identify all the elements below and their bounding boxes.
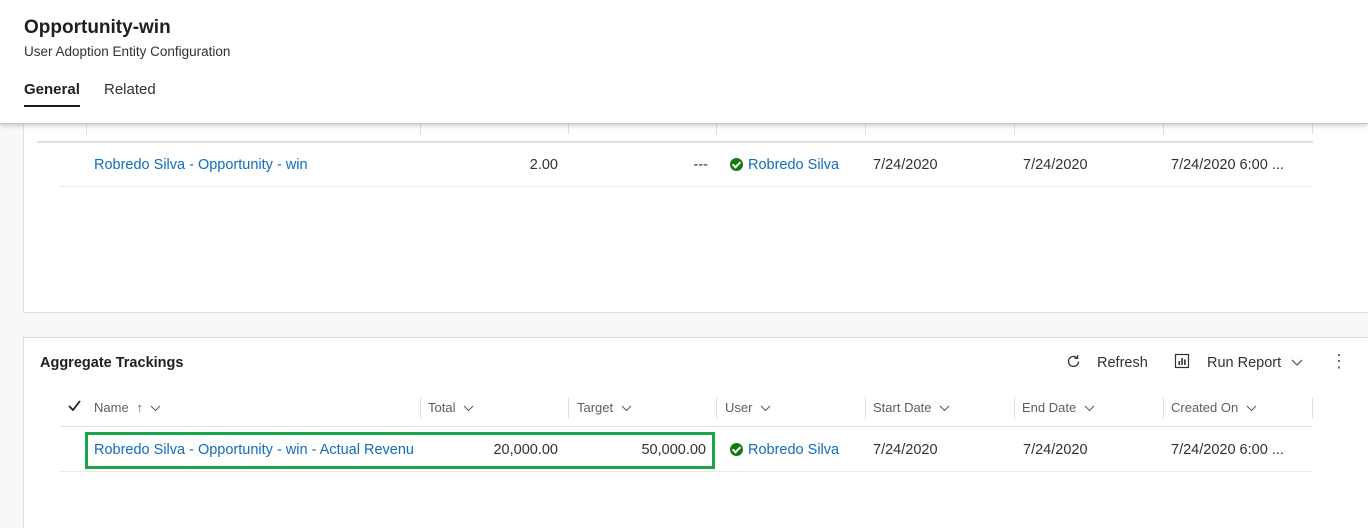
column-separator[interactable] xyxy=(568,397,569,419)
chevron-down-icon xyxy=(760,403,771,415)
column-separator xyxy=(568,124,569,134)
page-title: Opportunity-win xyxy=(24,17,171,38)
row-user-link[interactable]: Robredo Silva xyxy=(748,143,858,187)
column-header-end-date[interactable]: End Date xyxy=(1022,398,1095,418)
chevron-down-icon xyxy=(1291,355,1303,371)
row-target: --- xyxy=(693,157,709,173)
column-separator xyxy=(420,124,421,134)
chevron-down-icon xyxy=(1084,403,1095,415)
row-name-link[interactable]: Robredo Silva - Opportunity - win xyxy=(94,143,434,187)
column-separator[interactable] xyxy=(716,397,717,419)
column-header-name[interactable]: Name ↑ xyxy=(94,398,161,418)
column-header-user[interactable]: User xyxy=(725,398,771,418)
chevron-down-icon xyxy=(463,403,474,415)
column-separator xyxy=(865,124,866,134)
column-header-total[interactable]: Total xyxy=(428,398,474,418)
report-icon[interactable] xyxy=(1174,353,1190,374)
column-separator[interactable] xyxy=(420,397,421,419)
row-total: 2.00 xyxy=(529,157,558,173)
refresh-icon[interactable] xyxy=(1065,353,1082,375)
column-separator[interactable] xyxy=(1014,397,1015,419)
chevron-down-icon xyxy=(1246,403,1257,415)
page-subtitle: User Adoption Entity Configuration xyxy=(24,44,231,59)
table-row[interactable]: Robredo Silva - Opportunity - win 2.00 -… xyxy=(60,143,1313,187)
user-status-icon xyxy=(730,443,743,456)
row-end-date: 7/24/2020 xyxy=(1023,157,1088,173)
highlight-box xyxy=(85,432,715,469)
column-separator xyxy=(86,124,87,134)
run-report-button[interactable]: Run Report xyxy=(1207,355,1303,371)
grid-header-border xyxy=(60,426,1313,427)
row-end-date: 7/24/2020 xyxy=(1023,442,1088,458)
run-report-label: Run Report xyxy=(1207,355,1282,371)
column-separator[interactable] xyxy=(865,397,866,419)
user-status-icon xyxy=(730,158,743,171)
row-start-date: 7/24/2020 xyxy=(873,442,938,458)
refresh-button[interactable]: Refresh xyxy=(1097,355,1148,371)
row-user-link[interactable]: Robredo Silva xyxy=(748,428,858,472)
column-separator xyxy=(1312,124,1313,134)
column-separator xyxy=(1163,124,1164,134)
form-header: Opportunity-win User Adoption Entity Con… xyxy=(0,0,1368,124)
select-all-checkbox[interactable] xyxy=(68,398,81,415)
column-header-created-on[interactable]: Created On xyxy=(1171,398,1257,418)
column-separator xyxy=(716,124,717,134)
more-commands-icon[interactable]: ⋮ xyxy=(1330,352,1348,370)
sort-ascending-icon: ↑ xyxy=(136,400,143,415)
section-title: Aggregate Trackings xyxy=(40,355,184,371)
column-header-start-date[interactable]: Start Date xyxy=(873,398,950,418)
chevron-down-icon xyxy=(150,403,161,415)
column-separator xyxy=(1014,124,1015,134)
row-created-on: 7/24/2020 6:00 ... xyxy=(1171,442,1284,458)
tab-related[interactable]: Related xyxy=(104,81,156,98)
column-separator[interactable] xyxy=(1163,397,1164,419)
chevron-down-icon xyxy=(621,403,632,415)
column-separator[interactable] xyxy=(1312,397,1313,419)
column-header-target[interactable]: Target xyxy=(577,398,632,418)
row-start-date: 7/24/2020 xyxy=(873,157,938,173)
row-created-on: 7/24/2020 6:00 ... xyxy=(1171,157,1284,173)
chevron-down-icon xyxy=(939,403,950,415)
tab-general[interactable]: General xyxy=(24,81,80,107)
